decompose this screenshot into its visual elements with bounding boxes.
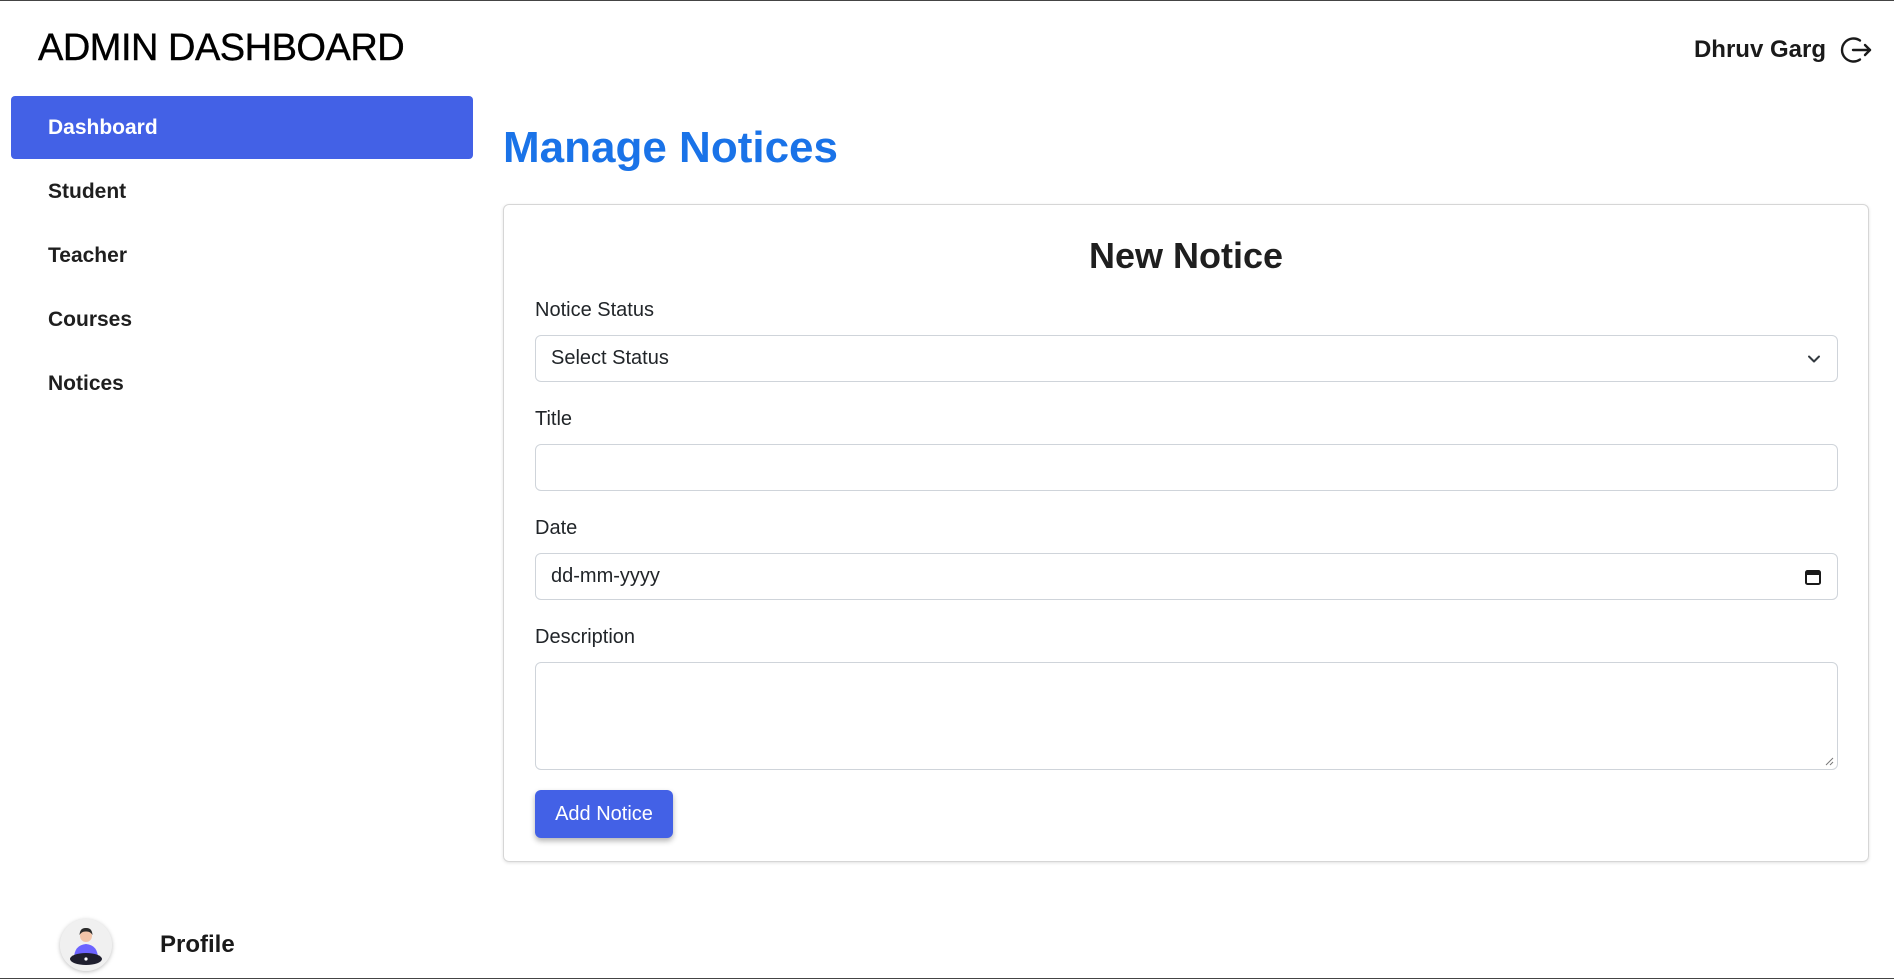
avatar [60,919,112,971]
user-area: Dhruv Garg [1694,33,1874,67]
sidebar-item-courses[interactable]: Courses [11,288,473,351]
sidebar-item-notices[interactable]: Notices [11,352,473,415]
notice-status-value: Select Status [551,347,669,369]
sidebar-item-label: Courses [48,307,133,331]
date-input-placeholder: dd-mm-yyyy [551,565,660,587]
notice-status-select[interactable]: Select Status [535,335,1838,382]
date-input[interactable]: dd-mm-yyyy [535,553,1838,600]
sidebar-item-label: Notices [48,371,124,395]
description-label: Description [535,626,636,648]
chevron-down-icon [1808,355,1820,362]
sidebar-item-student[interactable]: Student [11,160,473,223]
description-textarea[interactable] [535,662,1838,770]
user-name: Dhruv Garg [1693,36,1826,63]
page-title: Manage Notices [503,123,838,172]
profile-link[interactable]: Profile [60,919,235,971]
sidebar-item-label: Student [48,179,127,203]
sidebar-item-label: Dashboard [48,115,158,139]
app-title: ADMIN DASHBOARD [38,27,405,69]
sidebar-item-label: Teacher [48,243,127,267]
new-notice-form: New Notice Notice Status Select Status T… [503,204,1869,862]
title-input[interactable] [535,444,1838,491]
resize-handle-icon[interactable] [1825,757,1834,766]
logout-icon[interactable] [1840,33,1874,67]
app-window: ADMIN DASHBOARD Dhruv Garg Dashboard Stu… [0,0,1894,979]
notice-status-label: Notice Status [535,299,654,321]
add-notice-button[interactable]: Add Notice [535,790,673,838]
sidebar-item-dashboard[interactable]: Dashboard [11,96,473,159]
sidebar: Dashboard Student Teacher Courses Notice… [11,96,473,416]
date-label: Date [535,517,578,539]
sidebar-item-teacher[interactable]: Teacher [11,224,473,287]
profile-label: Profile [160,931,235,958]
title-label: Title [535,408,573,430]
person-icon [60,919,112,971]
form-title: New Notice [1088,235,1284,276]
calendar-icon[interactable] [1804,568,1822,586]
